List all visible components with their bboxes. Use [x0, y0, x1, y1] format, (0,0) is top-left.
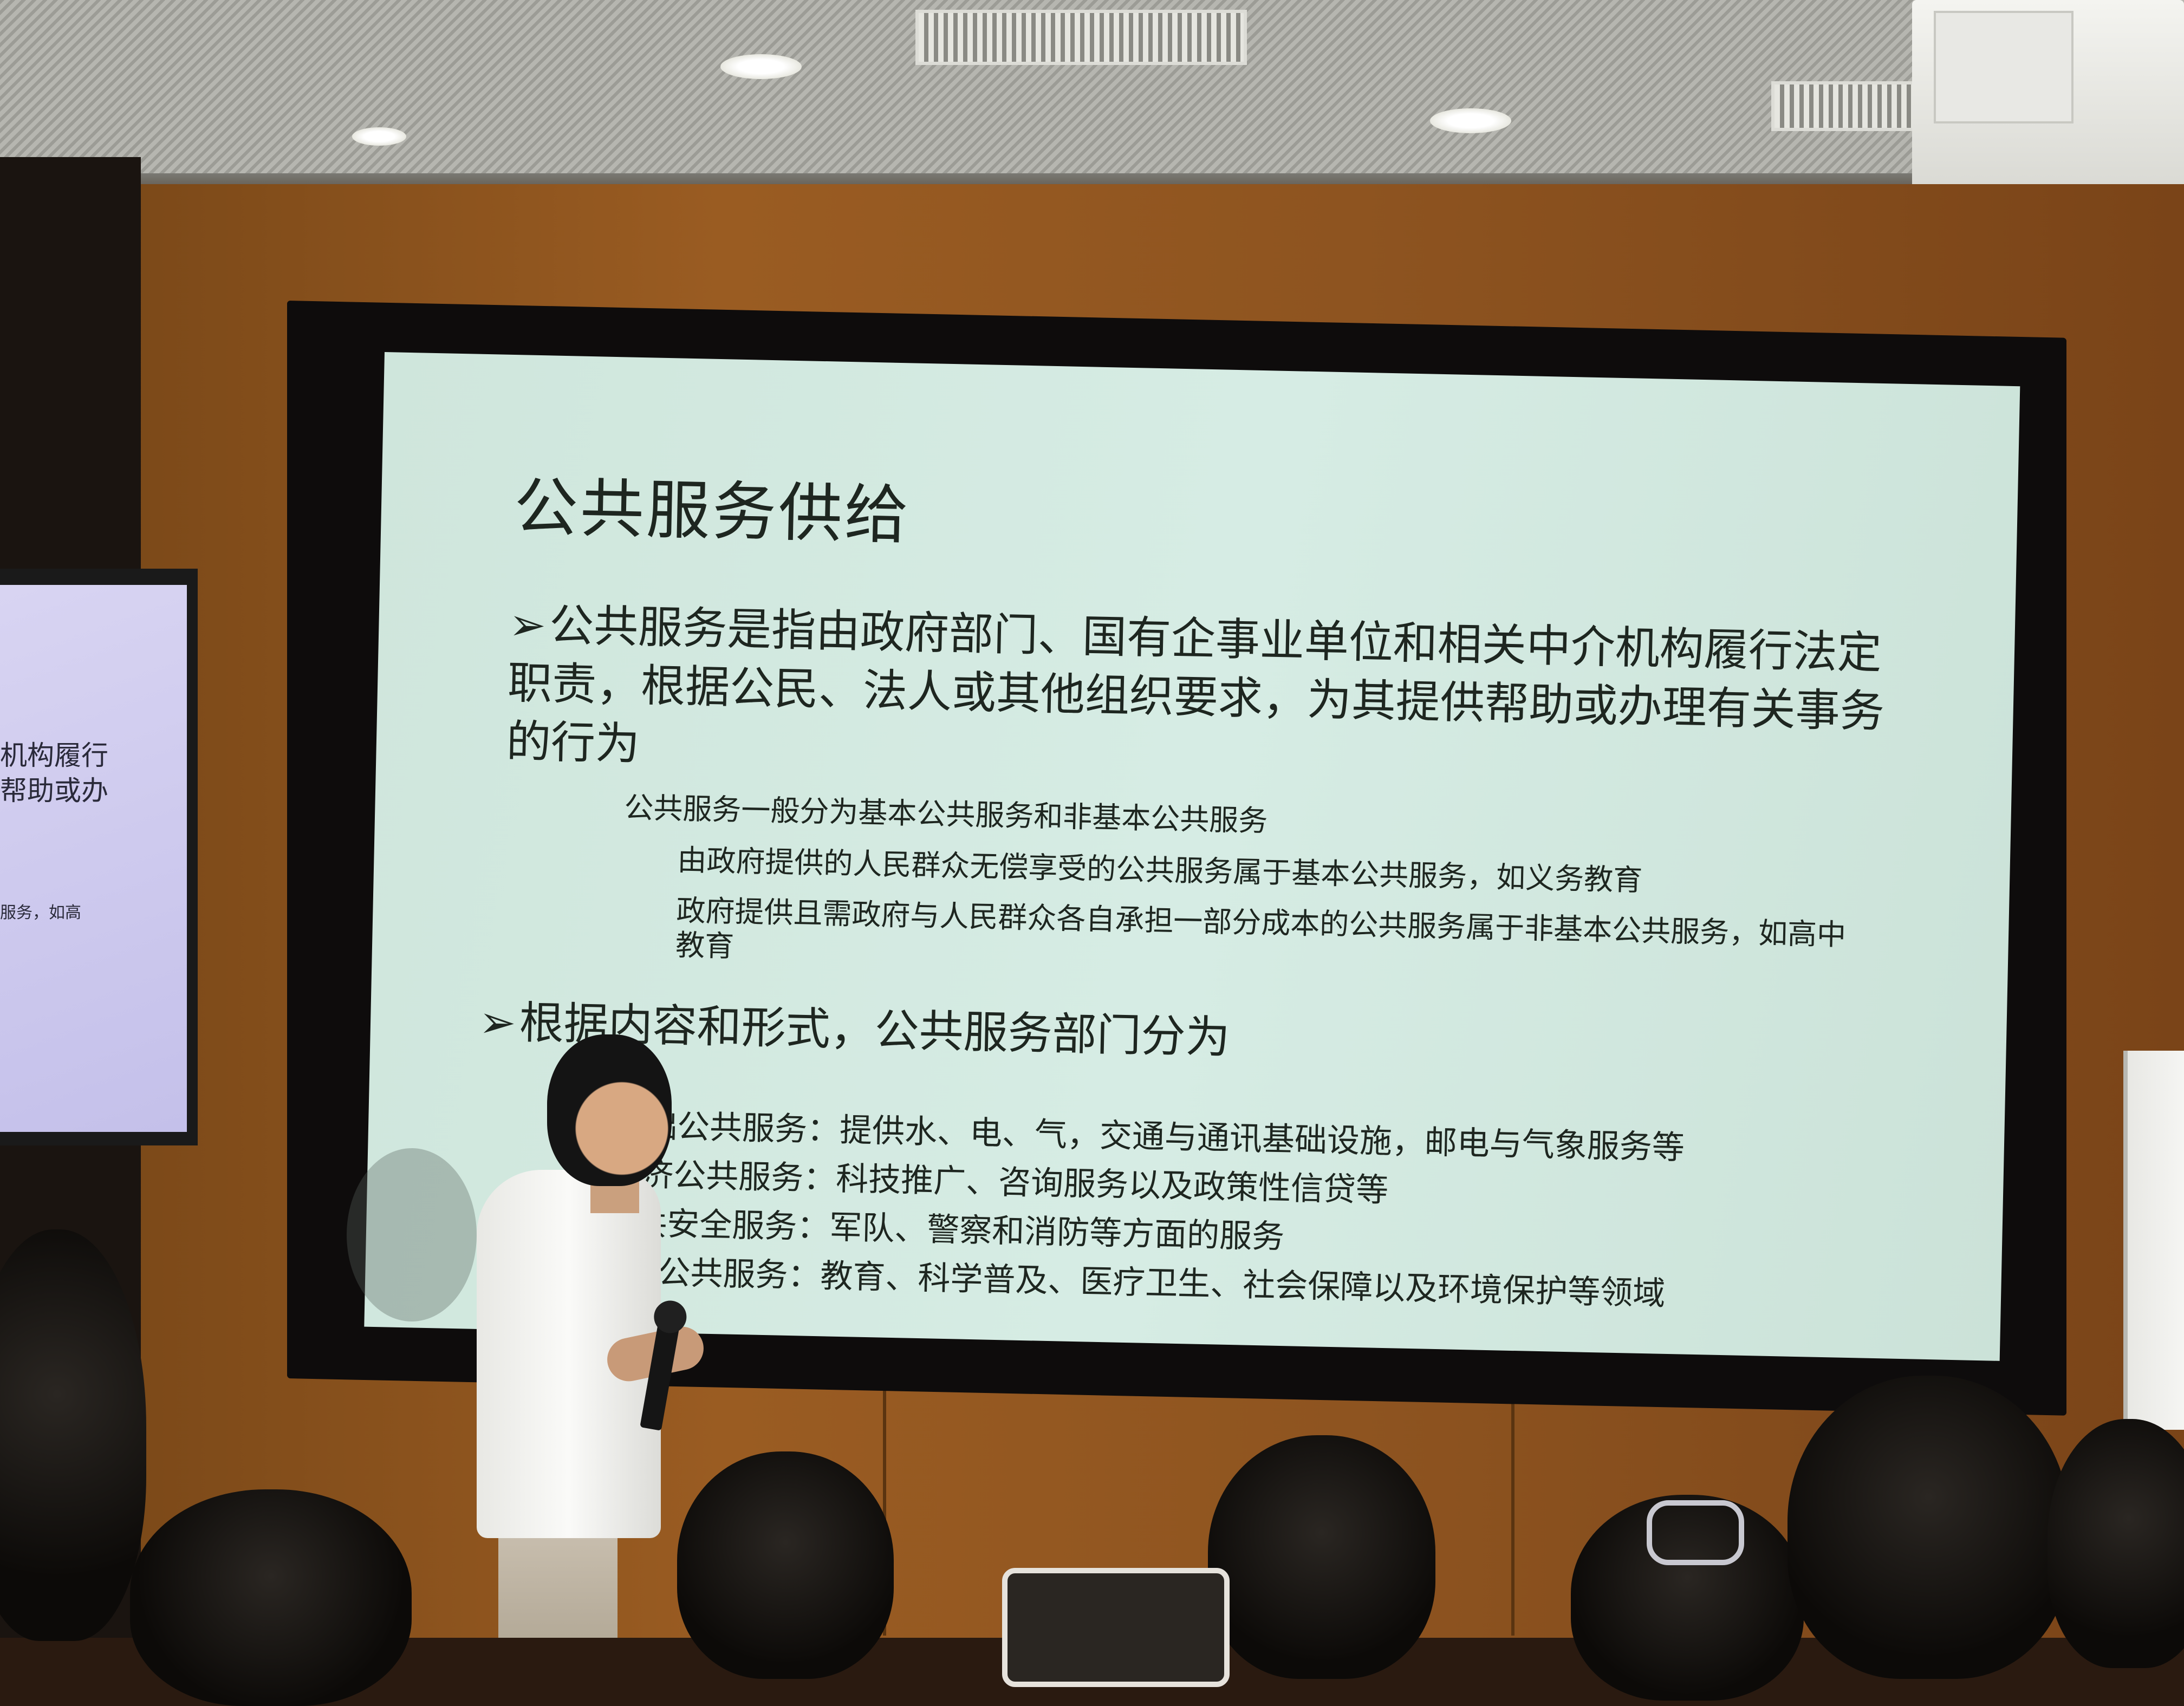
sub-point: 政府提供且需政府与人民群众各自承担一部分成本的公共服务属于非基本公共服务，如高中…: [675, 893, 1847, 963]
slide-title: 公共服务供给: [513, 470, 912, 553]
audience-head: [1787, 1376, 2069, 1679]
bullet-text: 公共服务是指由政府部门、国有企事业单位和相关中介机构履行法定职责，根据公民、法人…: [505, 600, 1885, 771]
category-item: 社会公共服务：教育、科学普及、医疗卫生、社会保障以及环境保护等领域: [592, 1252, 1666, 1313]
presenter-head: [547, 1034, 672, 1186]
audience-head: [130, 1489, 412, 1706]
bullet-arrow-icon: ➢: [508, 598, 547, 652]
wall-seam: [1511, 1386, 1514, 1636]
bullet-classification: ➢根据内容和形式，公共服务部门分为: [478, 993, 1866, 1081]
audience-phone: [1002, 1568, 1230, 1687]
side-monitor-screen: 机构履行 帮助或办 服务，如高: [0, 585, 187, 1132]
sub-point: 公共服务一般分为基本公共服务和非基本公共服务: [623, 790, 1268, 838]
sub-point: 由政府提供的人民群众无偿享受的公共服务属于基本公共服务，如义务教育: [677, 843, 1643, 897]
audience-head: [677, 1451, 894, 1679]
hair-clip: [1647, 1500, 1744, 1565]
bullet-definition: ➢公共服务是指由政府部门、国有企事业单位和相关中介机构履行法定职责，根据公民、法…: [506, 596, 1896, 800]
bullet-arrow-icon: ➢: [478, 996, 517, 1049]
side-monitor-line: 服务，如高: [0, 903, 81, 922]
projector: [1912, 0, 2184, 200]
presenter-shadow: [347, 1148, 477, 1321]
whiteboard: [2123, 1051, 2184, 1430]
ceiling-light: [720, 54, 802, 79]
side-monitor: 机构履行 帮助或办 服务，如高: [0, 569, 198, 1145]
ceiling-vent: [1771, 81, 1935, 131]
audience-head: [1208, 1435, 1435, 1679]
ceiling-light: [352, 127, 406, 146]
side-monitor-line: 帮助或办: [0, 775, 108, 806]
ceiling-light: [1430, 108, 1511, 133]
ceiling-vent: [915, 10, 1247, 65]
side-monitor-line: 机构履行: [0, 740, 108, 771]
presenter-legs: [498, 1533, 618, 1638]
